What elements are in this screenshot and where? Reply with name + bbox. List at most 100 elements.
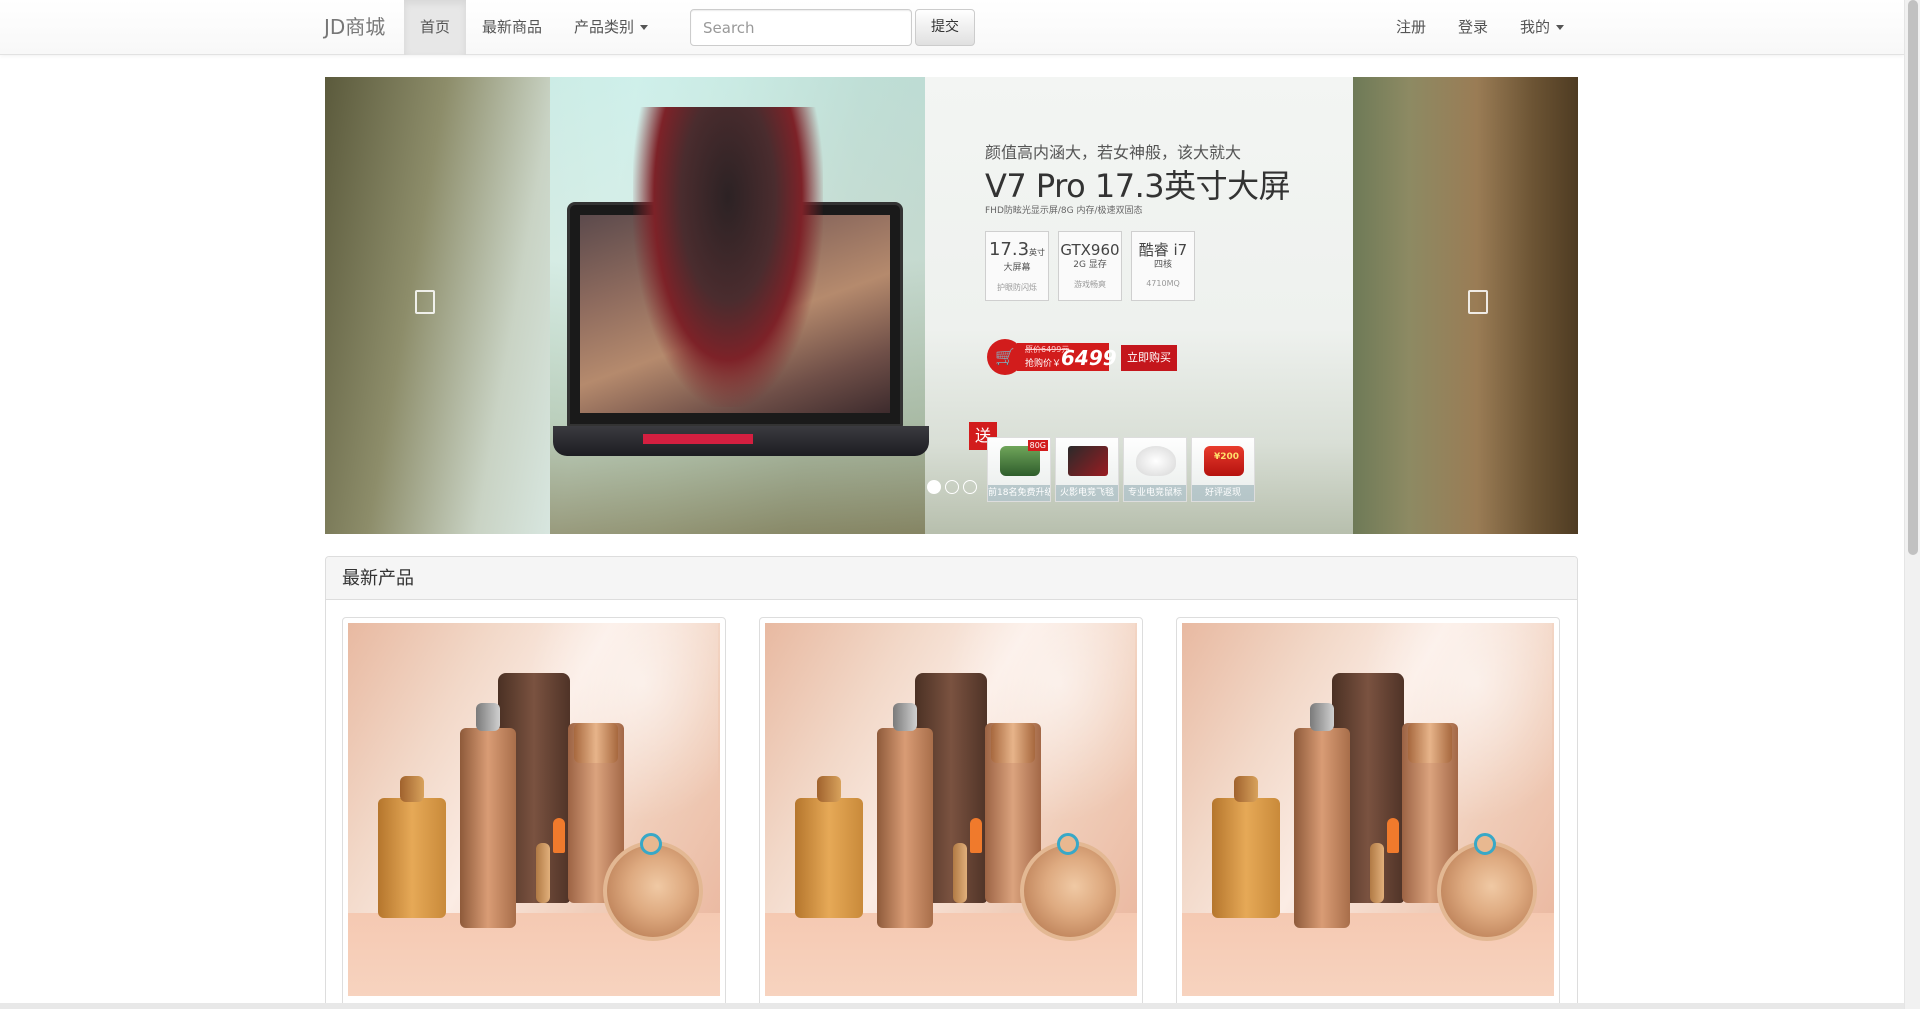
product-perfume-bottle: [877, 728, 933, 928]
nav-register-label: 注册: [1395, 18, 1426, 36]
nav-home[interactable]: 首页: [404, 0, 467, 55]
user-nav: 注册 登录 我的: [1380, 0, 1580, 55]
nav-categories-dropdown[interactable]: 产品类别: [558, 0, 664, 55]
top-navbar: JD商城 首页 最新商品 产品类别 提交 注册 登录 我的: [0, 0, 1904, 55]
product-perfume-cap: [1310, 703, 1334, 731]
nav-home-label: 首页: [420, 18, 451, 36]
mouse-icon: [1136, 446, 1176, 476]
gift-item-mouse: 专业电竞鼠标: [1123, 437, 1187, 502]
product-card[interactable]: [1176, 617, 1560, 1009]
gift-badge-80g: 80G: [1027, 440, 1048, 451]
gift-caption: 前18名免费升级固态: [988, 485, 1050, 501]
banner-feature-text: FHD防眩光显示屏/8G 内存/极速双固态: [985, 206, 1143, 216]
product-lipstick-case: [536, 843, 550, 903]
spec-sub: 大屏幕: [1003, 263, 1031, 273]
banner-carousel: 颜值高内涵大，若女神般，该大就大 V7 Pro 17.3英寸大屏 FHD防眩光显…: [325, 77, 1578, 534]
product-lotion-cap: [991, 723, 1035, 763]
gift-caption: 好评返现: [1192, 485, 1254, 501]
brand-logo[interactable]: JD商城: [324, 0, 385, 55]
product-oil-bottle: [378, 798, 446, 918]
product-card[interactable]: [342, 617, 726, 1009]
spec-cpu: 酷睿 i7 四核 4710MQ: [1131, 231, 1195, 301]
nav-register[interactable]: 注册: [1380, 0, 1442, 55]
spec-main: 17.3英寸: [986, 240, 1048, 263]
nav-login-label: 登录: [1457, 18, 1488, 36]
price-tag: 原价6499元 抢购价￥ 6499: [1017, 343, 1117, 371]
carousel-prev-icon[interactable]: [415, 290, 435, 314]
product-lipstick: [553, 818, 565, 853]
spec-main: GTX960: [1060, 241, 1120, 259]
gift-list: 80G 前18名免费升级固态 火影电竞飞毯 专业电竞鼠标 ¥200 好评返现: [987, 437, 1255, 502]
nav-categories-label: 产品类别: [574, 18, 635, 36]
spec-foot: 游戏畅爽: [1074, 280, 1106, 289]
product-lotion-cap: [1408, 723, 1452, 763]
carousel-next-icon[interactable]: [1468, 290, 1488, 314]
gift-item-mousepad: 火影电竞飞毯: [1055, 437, 1119, 502]
product-oil-cap: [817, 776, 841, 802]
carousel-indicator-1[interactable]: [927, 480, 941, 494]
spec-sub: 四核: [1153, 260, 1172, 270]
product-oil-cap: [400, 776, 424, 802]
product-compact: [1437, 841, 1537, 941]
nav-my-label: 我的: [1519, 18, 1550, 36]
product-lipstick: [1387, 818, 1399, 853]
product-lipstick-case: [1370, 843, 1384, 903]
product-perfume-bottle: [460, 728, 516, 928]
spec-unit: 英寸: [1029, 248, 1046, 257]
main-nav: 首页 最新商品 产品类别: [404, 0, 664, 55]
gift-badge-200: ¥200: [1214, 452, 1240, 462]
banner-background-right: [1353, 77, 1578, 534]
bottom-edge: [0, 1003, 1904, 1009]
product-lotion-cap: [574, 723, 618, 763]
spec-sub: 2G 显存: [1073, 260, 1107, 270]
scrollbar-thumb[interactable]: [1908, 0, 1918, 555]
product-perfume-cap: [476, 703, 500, 731]
latest-products-panel: 最新产品: [325, 556, 1578, 1009]
nav-latest-products[interactable]: 最新商品: [466, 0, 558, 55]
nav-my-account-dropdown[interactable]: 我的: [1504, 0, 1580, 55]
product-image[interactable]: [765, 623, 1137, 996]
spec-foot: 4710MQ: [1146, 279, 1180, 288]
laptop-red-accent: [643, 434, 753, 444]
product-compact-clasp: [1057, 833, 1079, 855]
nav-latest-label: 最新商品: [482, 18, 543, 36]
gift-caption: 火影电竞飞毯: [1056, 485, 1118, 501]
product-image[interactable]: [348, 623, 720, 996]
product-image[interactable]: [1182, 623, 1554, 996]
search-input[interactable]: [690, 9, 912, 46]
spec-gpu: GTX960 2G 显存 游戏畅爽: [1058, 231, 1122, 301]
game-character-art: [633, 107, 823, 407]
panel-heading: 最新产品: [326, 557, 1577, 600]
product-compact-clasp: [1474, 833, 1496, 855]
product-compact-clasp: [640, 833, 662, 855]
spec-main-value: 17.3: [988, 239, 1030, 260]
product-compact: [603, 841, 703, 941]
sale-price: 6499: [1061, 346, 1117, 370]
caret-down-icon: [1556, 25, 1564, 30]
price-box: 🛒 原价6499元 抢购价￥ 6499: [987, 339, 1117, 375]
product-oil-bottle: [795, 798, 863, 918]
carousel-indicators: [927, 480, 977, 494]
spec-screen-size: 17.3英寸 大屏幕 护眼防闪烁: [985, 231, 1049, 301]
carousel-indicator-2[interactable]: [945, 480, 959, 494]
spec-main: 酷睿 i7: [1138, 241, 1188, 259]
banner-subtitle: 颜值高内涵大，若女神般，该大就大: [985, 143, 1242, 162]
laptop-image[interactable]: [553, 107, 929, 462]
product-oil-cap: [1234, 776, 1258, 802]
buy-now-button[interactable]: 立即购买: [1121, 345, 1177, 371]
navbar-container: JD商城 首页 最新商品 产品类别 提交 注册 登录 我的: [324, 0, 1580, 55]
caret-down-icon: [640, 25, 649, 30]
product-card[interactable]: [759, 617, 1143, 1009]
product-compact: [1020, 841, 1120, 941]
spec-foot: 护眼防闪烁: [997, 283, 1037, 292]
carousel-indicator-3[interactable]: [963, 480, 977, 494]
banner-title: V7 Pro 17.3英寸大屏: [985, 167, 1291, 205]
product-perfume-cap: [893, 703, 917, 731]
page-scrollbar[interactable]: [1904, 0, 1920, 1009]
nav-login[interactable]: 登录: [1442, 0, 1504, 55]
gift-caption: 专业电竞鼠标: [1124, 485, 1186, 501]
product-lipstick-case: [953, 843, 967, 903]
gift-item-red-envelope: ¥200 好评返现: [1191, 437, 1255, 502]
search-submit-button[interactable]: 提交: [915, 9, 975, 46]
product-perfume-bottle: [1294, 728, 1350, 928]
